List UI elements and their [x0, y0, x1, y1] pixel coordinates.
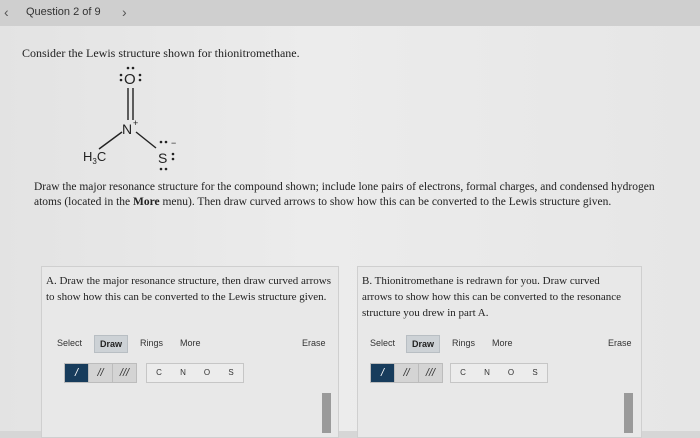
triple-bond-tool[interactable]: /// — [418, 363, 443, 383]
panel-a-scrollbar[interactable] — [322, 393, 331, 433]
panel-b-tool-row: / // /// C N O S — [358, 363, 641, 383]
atom-palette: C N O S — [146, 363, 244, 383]
atom-sulfur-button[interactable]: S — [219, 364, 243, 382]
select-tool[interactable]: Select — [370, 338, 395, 348]
chevron-left-icon[interactable]: ‹ — [4, 4, 9, 20]
erase-tool[interactable]: Erase — [608, 338, 632, 348]
oxygen-atom: O — [124, 71, 136, 88]
draw-tool[interactable]: Draw — [94, 335, 129, 353]
top-bar: ‹ Question 2 of 9 › — [0, 0, 700, 26]
panel-a-description: A. Draw the major resonance structure, t… — [46, 275, 331, 303]
atom-sulfur-button[interactable]: S — [523, 364, 547, 382]
lewis-structure: O N + H3C S − — [83, 66, 176, 171]
double-bond-tool[interactable]: // — [394, 363, 419, 383]
triple-bond-tool[interactable]: /// — [112, 363, 137, 383]
panel-b-toolbar: Select Draw Rings More Erase — [358, 333, 641, 355]
atom-nitrogen-button[interactable]: N — [171, 364, 195, 382]
atom-carbon-button[interactable]: C — [451, 364, 475, 382]
instructions: Draw the major resonance structure for t… — [34, 181, 655, 208]
sulfur-atom: S — [158, 150, 167, 166]
single-bond-tool[interactable]: / — [64, 363, 89, 383]
rings-tool[interactable]: Rings — [452, 338, 475, 348]
draw-tool[interactable]: Draw — [406, 335, 441, 353]
question-prompt: Consider the Lewis structure shown for t… — [22, 46, 300, 60]
more-menu[interactable]: More — [492, 338, 513, 348]
double-bond-tool[interactable]: // — [88, 363, 113, 383]
sulfur-charge: − — [171, 138, 176, 148]
erase-tool[interactable]: Erase — [302, 338, 326, 348]
chevron-right-icon[interactable]: › — [122, 4, 127, 20]
panel-a-toolbar: Select Draw Rings More Erase — [42, 333, 338, 355]
nitrogen-charge: + — [133, 118, 138, 128]
panel-b-description: B. Thionitromethane is redrawn for you. … — [362, 275, 622, 319]
panel-b-scrollbar[interactable] — [624, 393, 633, 433]
rings-tool[interactable]: Rings — [140, 338, 163, 348]
panel-a-tool-row: / // /// C N O S — [42, 363, 338, 383]
atom-oxygen-button[interactable]: O — [195, 364, 219, 382]
single-bond-tool[interactable]: / — [370, 363, 395, 383]
nitrogen-atom: N — [122, 121, 132, 137]
panel-a: A. Draw the major resonance structure, t… — [41, 266, 339, 438]
atom-nitrogen-button[interactable]: N — [475, 364, 499, 382]
atom-palette: C N O S — [450, 363, 548, 383]
question-counter: Question 2 of 9 — [26, 6, 101, 18]
methyl-group: H3C — [83, 149, 106, 166]
panel-b: B. Thionitromethane is redrawn for you. … — [357, 266, 642, 438]
atom-oxygen-button[interactable]: O — [499, 364, 523, 382]
select-tool[interactable]: Select — [57, 338, 82, 348]
more-menu[interactable]: More — [180, 338, 201, 348]
atom-carbon-button[interactable]: C — [147, 364, 171, 382]
